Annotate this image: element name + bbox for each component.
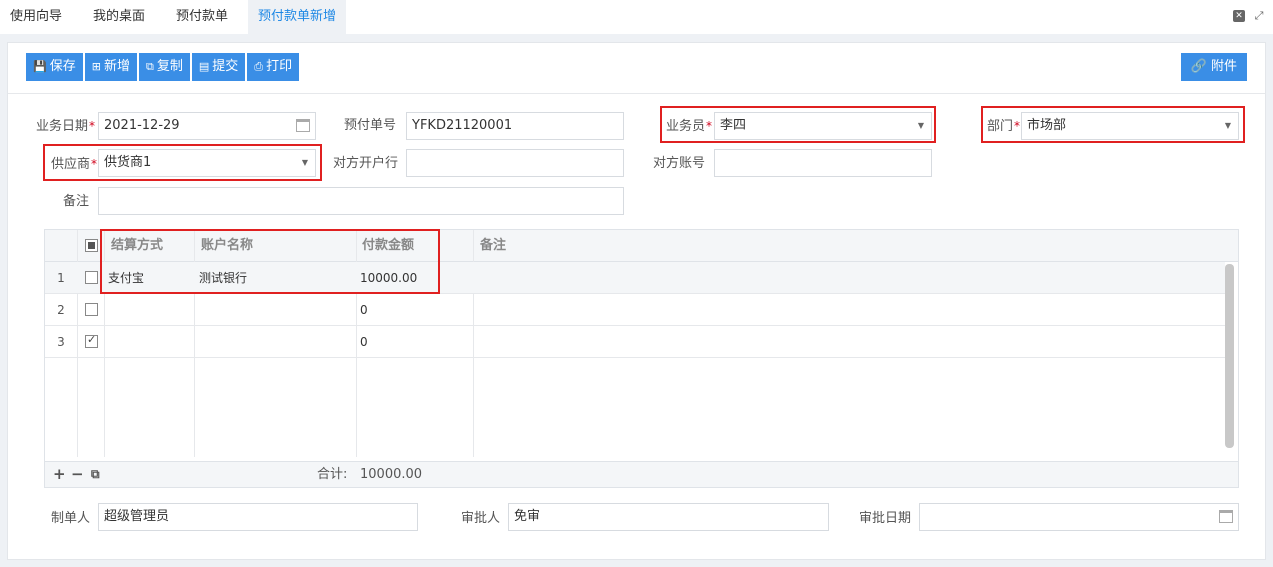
- row-number: 3: [57, 335, 65, 349]
- bill-no-label: 预付单号: [344, 118, 397, 133]
- remark-field[interactable]: [98, 187, 624, 215]
- cell-amount[interactable]: 0: [360, 326, 368, 358]
- toolbar-divider: [8, 93, 1265, 94]
- row-number: 1: [57, 271, 65, 285]
- approver-field[interactable]: 免审: [508, 503, 829, 531]
- salesman-label: 业务员*: [666, 119, 713, 134]
- add-row-icon[interactable]: +: [53, 465, 66, 483]
- tab-prepay-list[interactable]: 预付款单: [166, 0, 238, 34]
- chevron-down-icon: ▼: [301, 158, 308, 167]
- tab-bar: 使用向导 我的桌面 预付款单 预付款单新增 ✕ ⤢: [0, 0, 1273, 34]
- copy-row-icon[interactable]: ⧉: [91, 467, 100, 482]
- submit-icon: ▤: [198, 60, 210, 73]
- row-checkbox[interactable]: [85, 271, 98, 284]
- table-row[interactable]: 3 0: [45, 326, 1225, 358]
- supplier-select[interactable]: 供货商1 ▼: [98, 149, 316, 177]
- calendar-icon[interactable]: [1219, 510, 1233, 523]
- total-value: 10000.00: [360, 467, 423, 482]
- chevron-down-icon: ▼: [1224, 121, 1231, 130]
- select-all-checkbox[interactable]: [85, 239, 98, 252]
- bank-label: 对方开户行: [333, 156, 399, 171]
- tab-my-desktop[interactable]: 我的桌面: [83, 0, 155, 34]
- remove-row-icon[interactable]: −: [71, 465, 84, 483]
- submit-button[interactable]: ▤ 提交: [191, 53, 246, 81]
- row-checkbox[interactable]: [85, 303, 98, 316]
- highlight-grid-columns: [100, 229, 440, 294]
- link-icon: 🔗: [1190, 59, 1207, 74]
- dept-label: 部门*: [987, 119, 1021, 134]
- tab-guide[interactable]: 使用向导: [0, 0, 72, 34]
- form-panel: 💾 保存 ⊞ 新增 ⧉ 复制 ▤ 提交 ⎙ 打印 🔗 附件 业务日期* 2021-12-2…: [7, 42, 1266, 560]
- row-checkbox[interactable]: [85, 333, 98, 348]
- save-button[interactable]: 💾 保存: [26, 53, 83, 81]
- table-row[interactable]: 2 0: [45, 294, 1225, 326]
- account-label: 对方账号: [653, 156, 706, 171]
- approve-date-field[interactable]: [919, 503, 1239, 531]
- tab-prepay-new[interactable]: 预付款单新增: [248, 0, 347, 34]
- cell-amount[interactable]: 0: [360, 294, 368, 326]
- approver-label: 审批人: [461, 511, 501, 526]
- grid-scrollbar[interactable]: [1225, 264, 1234, 448]
- calendar-icon[interactable]: [296, 119, 310, 132]
- add-icon: ⊞: [91, 60, 101, 73]
- maker-label: 制单人: [51, 511, 91, 526]
- bill-no-field[interactable]: YFKD21120001: [406, 112, 624, 140]
- print-button[interactable]: ⎙ 打印: [247, 53, 300, 81]
- window-controls: ✕ ⤢: [1233, 10, 1265, 22]
- row-number: 2: [57, 303, 65, 317]
- supplier-label: 供应商*: [51, 157, 98, 172]
- fullscreen-icon[interactable]: ⤢: [1253, 10, 1265, 22]
- biz-date-field[interactable]: 2021-12-29: [98, 112, 316, 140]
- print-icon: ⎙: [254, 60, 264, 73]
- copy-icon: ⧉: [145, 60, 154, 73]
- account-field[interactable]: [714, 149, 932, 177]
- salesman-select[interactable]: 李四 ▼: [714, 112, 932, 140]
- maker-field[interactable]: 超级管理员: [98, 503, 418, 531]
- approve-date-label: 审批日期: [859, 511, 912, 526]
- biz-date-label: 业务日期*: [36, 119, 96, 134]
- close-tab-icon[interactable]: ✕: [1233, 10, 1245, 22]
- col-remark[interactable]: 备注: [480, 230, 506, 262]
- total-label: 合计:: [317, 467, 348, 482]
- chevron-down-icon: ▼: [917, 121, 924, 130]
- bank-field[interactable]: [406, 149, 624, 177]
- attach-button[interactable]: 🔗 附件: [1180, 53, 1247, 81]
- grid-footer: + − ⧉ 合计: 10000.00: [45, 461, 1238, 487]
- toolbar: 💾 保存 ⊞ 新增 ⧉ 复制 ▤ 提交 ⎙ 打印: [26, 53, 300, 81]
- dept-select[interactable]: 市场部 ▼: [1021, 112, 1239, 140]
- copy-button[interactable]: ⧉ 复制: [138, 53, 190, 81]
- remark-label: 备注: [63, 194, 90, 209]
- save-icon: 💾: [33, 60, 47, 73]
- add-button[interactable]: ⊞ 新增: [84, 53, 137, 81]
